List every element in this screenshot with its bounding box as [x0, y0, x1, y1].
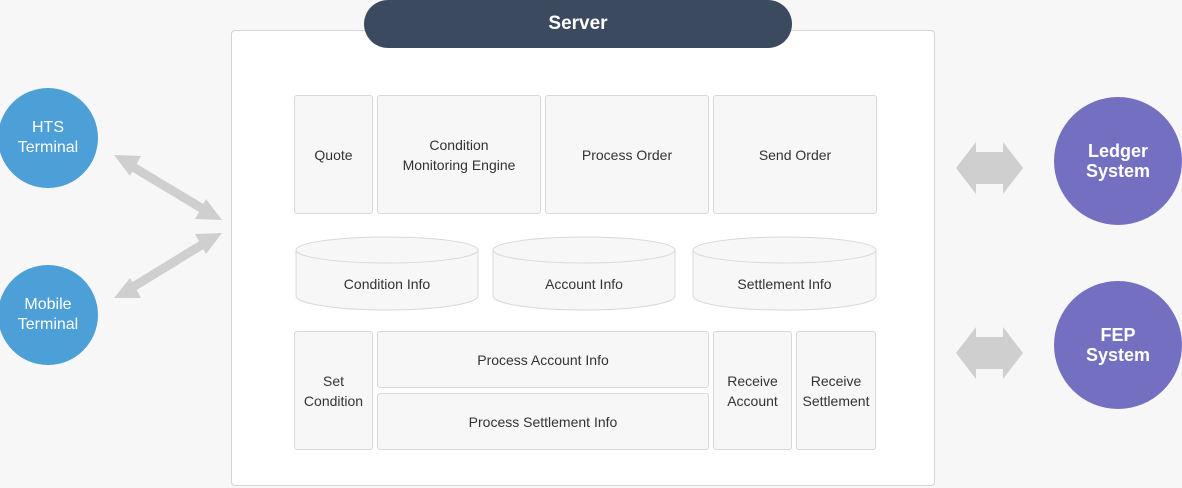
process-settlement-label: Process Settlement Info [468, 413, 618, 430]
process-account-label: Process Account Info [477, 351, 609, 368]
receive-settlement-module: Receive Settlement [796, 331, 876, 450]
settlement-info-label: Settlement Info [737, 276, 832, 292]
account-info-db [492, 236, 676, 311]
set-condition-label: Set Condition [303, 372, 364, 409]
condition-info-label: Condition Info [343, 276, 431, 292]
receive-settlement-label: Receive Settlement [802, 372, 870, 409]
receive-account-module: Receive Account [713, 331, 792, 450]
set-condition-module: Set Condition [294, 331, 373, 450]
condition-info-db [295, 236, 479, 311]
process-settlement-module: Process Settlement Info [377, 393, 709, 450]
settlement-info-db [692, 236, 877, 311]
receive-account-label: Receive Account [727, 372, 778, 409]
process-account-module: Process Account Info [377, 331, 709, 388]
account-info-label: Account Info [545, 276, 623, 292]
